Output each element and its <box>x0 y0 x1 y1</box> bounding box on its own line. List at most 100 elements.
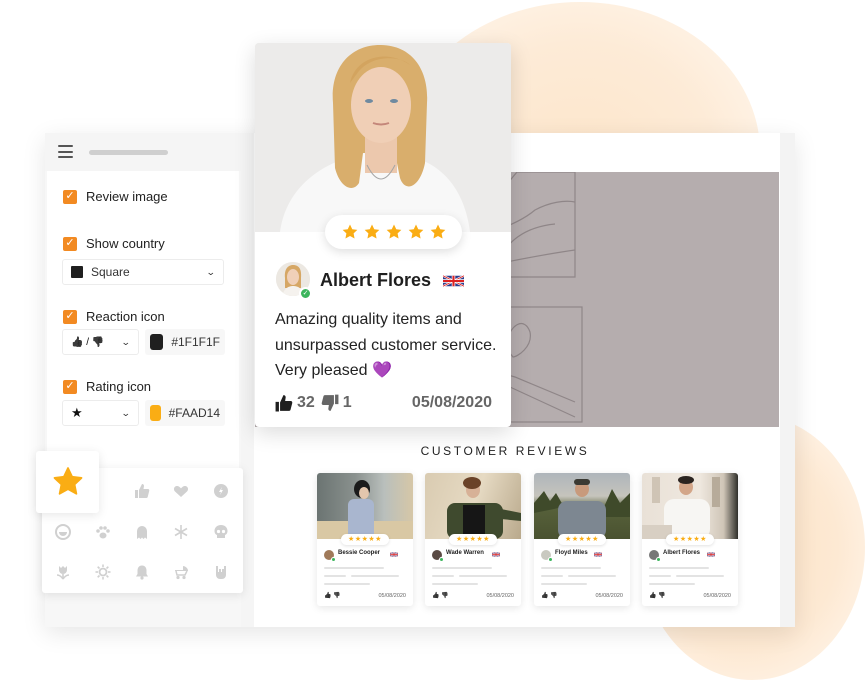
text-placeholder <box>676 575 724 577</box>
review-text: Amazing quality items and unsurpassed cu… <box>275 311 497 379</box>
text-placeholder <box>432 583 478 585</box>
review-card[interactable]: ★★★★★ Wade Warren 👍 👎 05/08/2020 <box>425 473 521 606</box>
reviewer-name: Wade Warren <box>446 550 484 556</box>
reviewer-name: Albert Flores <box>663 550 701 556</box>
skull-icon[interactable] <box>212 524 230 542</box>
rating-icon-select[interactable]: ★ ⌄ <box>62 400 139 426</box>
verified-badge <box>439 557 444 562</box>
review-photo <box>317 473 413 539</box>
uk-flag-icon <box>390 552 398 557</box>
reaction-color-field[interactable]: #1F1F1F <box>145 329 225 355</box>
thumbs-down-icon[interactable]: 👎 <box>658 593 665 599</box>
text-placeholder <box>432 575 454 577</box>
reviewer-name: Floyd Miles <box>555 550 588 556</box>
verified-badge <box>331 557 336 562</box>
featured-review-card[interactable]: ✓ Albert Flores Amazing quality items an… <box>255 43 511 427</box>
thumbs-up-icon[interactable] <box>275 394 293 412</box>
review-photo <box>642 473 738 539</box>
text-placeholder <box>649 583 695 585</box>
preview-scroll-gutter[interactable] <box>780 133 795 627</box>
option-label: Show country <box>86 236 165 251</box>
text-placeholder <box>541 583 587 585</box>
avatar <box>432 550 444 562</box>
checkmark-icon: ✓ <box>302 290 309 297</box>
likes-count: 32 <box>297 394 315 411</box>
rating-stars: ★★★★★ <box>449 534 497 545</box>
thumbs-up-icon[interactable] <box>133 483 151 501</box>
text-placeholder <box>324 583 370 585</box>
text-placeholder <box>324 567 384 569</box>
checkmark-icon: ✓ <box>65 380 75 392</box>
star-icon <box>386 224 401 239</box>
text-placeholder <box>541 575 563 577</box>
chevron-down-icon: ⌄ <box>121 407 132 418</box>
sun-icon[interactable] <box>94 564 112 582</box>
verified-badge: ✓ <box>299 287 312 300</box>
review-date: 05/08/2020 <box>411 394 492 411</box>
thumbs-up-icon[interactable]: 👍 <box>432 593 439 599</box>
stroller-icon[interactable] <box>172 564 190 582</box>
thumbs-down-icon[interactable] <box>321 394 339 412</box>
thumbs-up-icon[interactable]: 👍 <box>649 593 656 599</box>
text-placeholder <box>541 567 601 569</box>
star-icon: ★ <box>71 405 83 420</box>
show-country-checkbox[interactable]: ✓ <box>63 236 77 251</box>
sidebar-header <box>45 133 241 171</box>
rating-stars: ★★★★★ <box>666 534 714 545</box>
review-image-checkbox[interactable]: ✓ <box>63 189 77 204</box>
coin-icon[interactable] <box>212 483 230 501</box>
text-placeholder <box>649 575 671 577</box>
rating-stars: ★★★★★ <box>341 534 389 545</box>
color-hex: #1F1F1F <box>171 335 220 349</box>
select-value: Square <box>91 265 130 279</box>
smile-icon[interactable] <box>54 524 72 542</box>
selected-star-tile[interactable] <box>36 451 99 513</box>
uk-flag-icon <box>707 552 715 557</box>
thumbs-up-icon[interactable]: 👍 <box>324 593 331 599</box>
thumbs-down-icon[interactable]: 👎 <box>550 593 557 599</box>
option-show-country[interactable]: ✓ Show country <box>63 236 165 251</box>
country-style-select[interactable]: Square ⌄ <box>62 259 224 285</box>
star-icon <box>53 467 82 495</box>
option-label: Reaction icon <box>86 309 165 324</box>
review-photo <box>425 473 521 539</box>
text-placeholder <box>432 567 492 569</box>
rock-hand-icon[interactable] <box>212 564 230 582</box>
star-icon <box>408 224 423 239</box>
review-card[interactable]: ★★★★★ Albert Flores 👍 👎 05/08/2020 <box>642 473 738 606</box>
rating-color-field[interactable]: #FAAD14 <box>145 400 225 426</box>
color-swatch[interactable] <box>150 334 164 350</box>
avatar <box>541 550 553 562</box>
heart-icon[interactable] <box>172 483 190 501</box>
review-card[interactable]: ★★★★★ Floyd Miles 👍 👎 05/08/2020 <box>534 473 630 606</box>
reaction-icons: 👍 👎 <box>541 592 558 599</box>
title-placeholder <box>89 150 168 155</box>
bell-icon[interactable] <box>133 564 151 582</box>
color-swatch[interactable] <box>150 405 161 421</box>
option-rating-icon[interactable]: ✓ Rating icon <box>63 379 151 394</box>
snowflake-icon[interactable] <box>172 524 190 542</box>
option-review-image[interactable]: ✓ Review image <box>63 189 168 204</box>
color-hex: #FAAD14 <box>168 406 220 420</box>
star-icon <box>342 224 357 239</box>
option-reaction-icon[interactable]: ✓ Reaction icon <box>63 309 165 324</box>
rating-icon-checkbox[interactable]: ✓ <box>63 379 77 394</box>
paw-icon[interactable] <box>94 524 112 542</box>
checkmark-icon: ✓ <box>65 237 75 249</box>
verified-badge <box>548 557 553 562</box>
dislikes-count: 1 <box>342 394 352 411</box>
hamburger-icon[interactable] <box>58 145 73 158</box>
reaction-icon-checkbox[interactable]: ✓ <box>63 309 77 324</box>
reaction-icons: 👍 👎 <box>649 592 666 599</box>
reaction-icon-select[interactable]: 👍 / 👎 ⌄ <box>62 329 139 355</box>
thumbs-down-icon[interactable]: 👎 <box>333 593 340 599</box>
review-card[interactable]: ★★★★★ Bessie Cooper 👍 👎 05/08/2020 <box>317 473 413 606</box>
ghost-icon[interactable] <box>133 524 151 542</box>
text-placeholder <box>568 575 616 577</box>
thumbs-up-icon[interactable]: 👍 <box>541 593 548 599</box>
review-photo <box>255 43 511 232</box>
thumbs-down-icon[interactable]: 👎 <box>441 593 448 599</box>
review-date: 05/08/2020 <box>486 593 514 599</box>
flower-icon[interactable] <box>54 564 72 582</box>
square-swatch <box>71 266 83 278</box>
